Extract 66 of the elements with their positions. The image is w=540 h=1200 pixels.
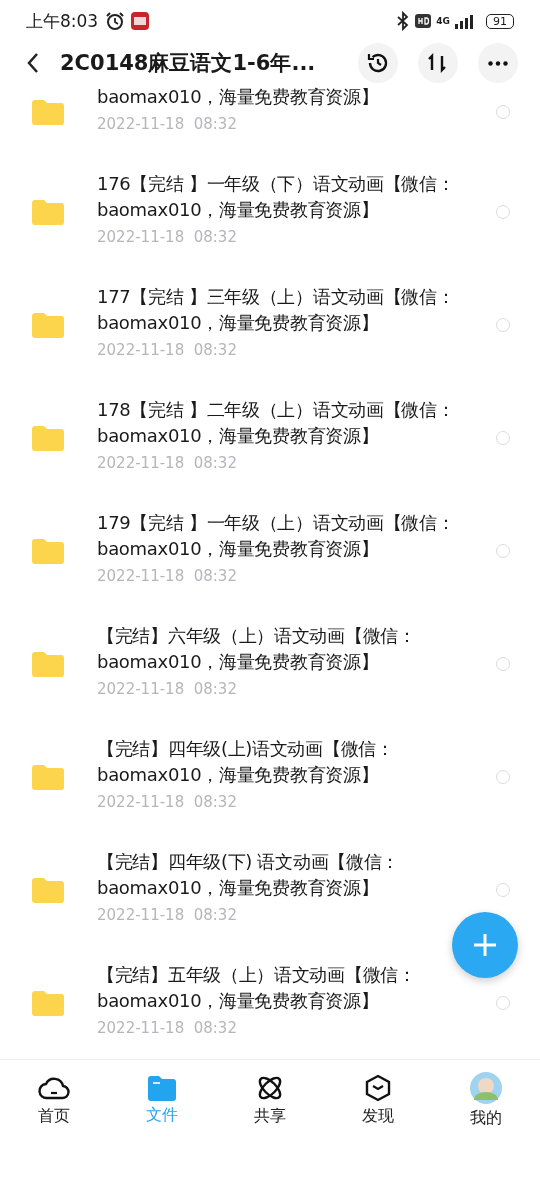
sort-button[interactable]: [418, 43, 458, 84]
more-icon: [488, 60, 508, 66]
folder-icon: [32, 989, 64, 1016]
folder-icon: [32, 424, 64, 451]
file-date: 2022-11-18 08:32: [97, 1018, 238, 1039]
nav-tab[interactable]: 我的: [432, 1060, 540, 1140]
status-time: 上午8:03: [26, 9, 99, 33]
nav-tab[interactable]: 共享: [216, 1060, 324, 1140]
file-name: baomax010，海量免费教育资源】: [97, 85, 380, 109]
file-date: 2022-11-18 08:32: [97, 905, 238, 926]
file-row[interactable]: 176【完结 】一年级（下）语文动画【微信： baomax010，海量免费教育资源】 2022-11-18 08:32: [0, 155, 540, 268]
app-notification-icon: [130, 11, 151, 32]
file-name: baomax010，海量免费教育资源】: [97, 311, 380, 335]
folder-title: 2C0148麻豆语文1-6年...: [60, 50, 316, 78]
plus-icon: [471, 931, 499, 959]
file-name: 178【完结 】二年级（上）语文动画【微信：: [97, 398, 456, 422]
folder-icon: [32, 98, 64, 125]
network-type: 4G: [436, 16, 450, 27]
file-name: 176【完结 】一年级（下）语文动画【微信：: [97, 172, 456, 196]
hexagon-icon: [364, 1073, 392, 1102]
folder-icon: [32, 763, 64, 790]
file-name: baomax010，海量免费教育资源】: [97, 650, 380, 674]
folder-icon: [32, 876, 64, 903]
file-date: 2022-11-18 08:32: [97, 792, 238, 813]
file-name: baomax010，海量免费教育资源】: [97, 876, 380, 900]
file-date: 2022-11-18 08:32: [97, 566, 238, 587]
hd-icon: [415, 14, 432, 29]
file-date: 2022-11-18 08:32: [97, 679, 238, 700]
file-name: baomax010，海量免费教育资源】: [97, 424, 380, 448]
folder-icon: [32, 650, 64, 677]
file-name: baomax010，海量免费教育资源】: [97, 989, 380, 1013]
file-name: 179【完结 】一年级（上）语文动画【微信：: [97, 511, 456, 535]
file-name: 【完结】六年级（上）语文动画【微信：: [97, 624, 417, 648]
file-name: 【完结】四年级(上)语文动画【微信：: [97, 737, 395, 761]
file-row[interactable]: 179【完结 】一年级（上）语文动画【微信： baomax010，海量免费教育资源】 2022-11-18 08:32: [0, 494, 540, 607]
battery-level: 91: [486, 13, 514, 29]
file-row[interactable]: 【完结】六年级（上）语文动画【微信： baomax010，海量免费教育资源】 2022-11-18 08:32: [0, 607, 540, 720]
more-button[interactable]: [478, 43, 518, 84]
file-name: baomax010，海量免费教育资源】: [97, 763, 380, 787]
file-date: 2022-11-18 08:32: [97, 340, 238, 361]
file-date: 2022-11-18 08:32: [97, 453, 238, 474]
file-name: 177【完结 】三年级（上）语文动画【微信：: [97, 285, 456, 309]
add-button[interactable]: [452, 912, 518, 978]
folder-icon: [32, 311, 64, 338]
bluetooth-icon: [396, 11, 411, 32]
file-row[interactable]: 177【完结 】三年级（上）语文动画【微信： baomax010，海量免费教育资源】 2022-11-18 08:32: [0, 268, 540, 381]
file-date: 2022-11-18 08:32: [97, 227, 238, 248]
avatar-icon: [470, 1071, 502, 1104]
file-name: baomax010，海量免费教育资源】: [97, 537, 380, 561]
nav-tab[interactable]: 发现: [324, 1060, 432, 1140]
folder-icon: [32, 198, 64, 225]
file-name: baomax010，海量免费教育资源】: [97, 198, 380, 222]
file-name: 【完结】五年级（上）语文动画【微信：: [97, 963, 417, 987]
file-row[interactable]: 178【完结 】二年级（上）语文动画【微信： baomax010，海量免费教育资源】 2022-11-18 08:32: [0, 381, 540, 494]
file-date: 2022-11-18 08:32: [97, 114, 238, 135]
folder-icon: [32, 537, 64, 564]
folder-icon: [148, 1074, 176, 1101]
alarm-clock-icon: [105, 11, 126, 32]
back-icon[interactable]: [26, 52, 40, 75]
file-row[interactable]: 【完结】五年级（上）语文动画【微信： baomax010，海量免费教育资源】 2022-11-18 08:32: [0, 946, 540, 1059]
history-button[interactable]: [358, 43, 398, 84]
file-row[interactable]: 【完结】四年级(上)语文动画【微信： baomax010，海量免费教育资源】 2022-11-18 08:32: [0, 720, 540, 833]
nav-tab[interactable]: 首页: [0, 1060, 108, 1140]
file-name: 【完结】四年级(下) 语文动画【微信：: [97, 850, 401, 874]
file-row[interactable]: 【完结】四年级(下) 语文动画【微信： baomax010，海量免费教育资源】 2022-11-18 08:32: [0, 833, 540, 946]
file-row[interactable]: baomax010，海量免费教育资源】 2022-11-18 08:32: [0, 84, 540, 155]
